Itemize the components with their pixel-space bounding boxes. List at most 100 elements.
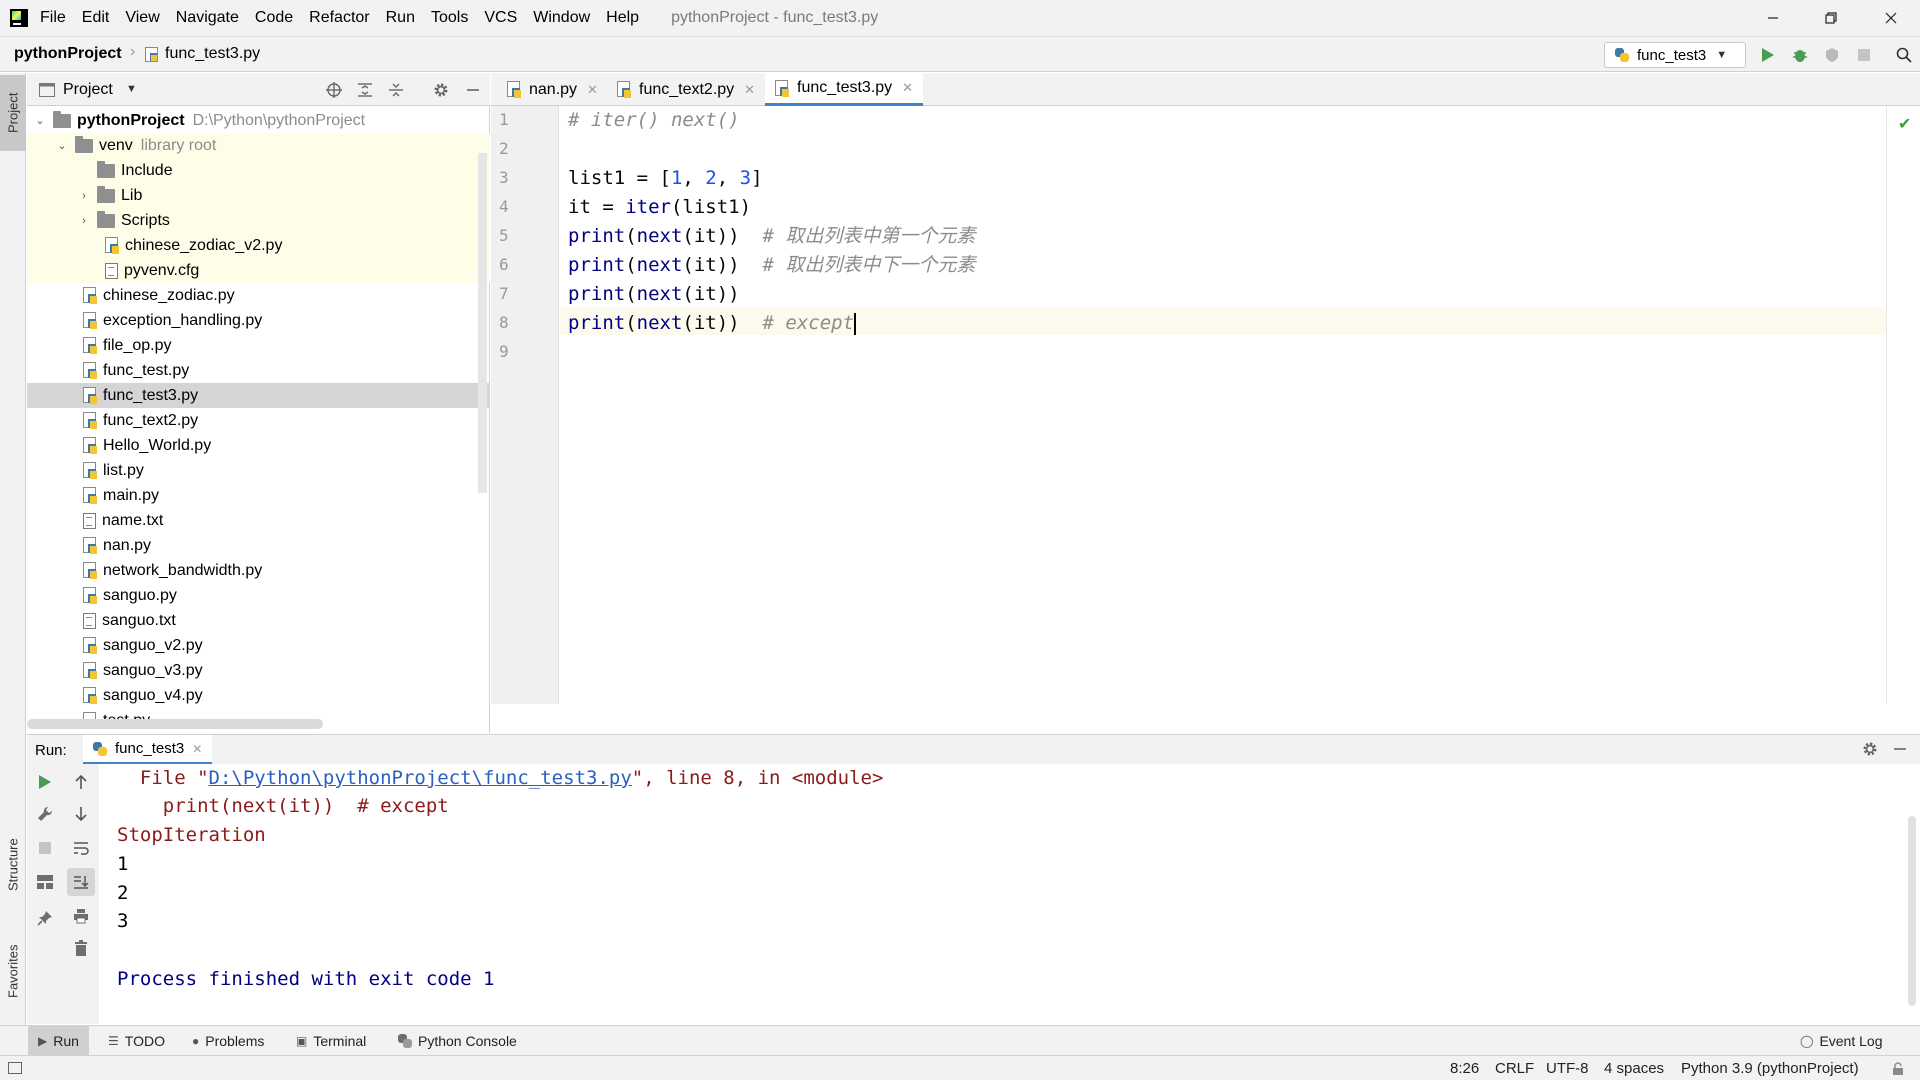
tool-tab-run[interactable]: ▶ Run: [28, 1026, 89, 1056]
hide-panel-button[interactable]: [463, 80, 483, 100]
menu-edit[interactable]: Edit: [82, 9, 110, 27]
menu-view[interactable]: View: [125, 9, 159, 27]
chevron-right-icon[interactable]: ›: [77, 215, 91, 227]
tool-tab-project[interactable]: Project: [0, 75, 26, 151]
tool-tab-todo[interactable]: ☰ TODO: [98, 1026, 175, 1056]
run-with-coverage-button[interactable]: [1822, 45, 1842, 65]
tree-item-file[interactable]: nan.py: [27, 533, 490, 558]
tool-tab-favorites[interactable]: Favorites: [0, 931, 26, 1011]
run-console-output[interactable]: File "D:\Python\pythonProject\func_test3…: [99, 764, 1920, 1024]
tree-item-file[interactable]: func_text2.py: [27, 408, 490, 433]
tree-item-file[interactable]: name.txt: [27, 508, 490, 533]
menu-run[interactable]: Run: [386, 9, 415, 27]
tree-item-file[interactable]: list.py: [27, 458, 490, 483]
close-window-button[interactable]: [1862, 0, 1920, 36]
indent-setting[interactable]: 4 spaces: [1604, 1060, 1664, 1077]
tree-item-venv[interactable]: ⌄ venv library root: [27, 133, 490, 158]
rerun-button[interactable]: [31, 768, 59, 796]
tree-item-file[interactable]: sanguo_v3.py: [27, 658, 490, 683]
tree-item-file[interactable]: file_op.py: [27, 333, 490, 358]
tree-item-file[interactable]: sanguo.py: [27, 583, 490, 608]
tree-item-file[interactable]: network_bandwidth.py: [27, 558, 490, 583]
tree-vertical-scrollbar[interactable]: [478, 153, 487, 493]
menu-tools[interactable]: Tools: [431, 9, 468, 27]
tree-item-root[interactable]: ⌄ pythonProject D:\Python\pythonProject: [27, 108, 490, 133]
console-vertical-scrollbar[interactable]: [1908, 816, 1916, 1006]
soft-wrap-button[interactable]: [67, 834, 95, 862]
breadcrumb-file[interactable]: func_test3.py: [165, 45, 260, 63]
tree-item-file-selected[interactable]: func_test3.py: [27, 383, 490, 408]
locate-file-button[interactable]: [324, 80, 344, 100]
tree-item-file[interactable]: sanguo_v2.py: [27, 633, 490, 658]
close-tab-icon[interactable]: ✕: [902, 80, 913, 96]
editor-tab[interactable]: func_text2.py ✕: [607, 73, 765, 106]
tree-item-file[interactable]: chinese_zodiac_v2.py: [27, 233, 490, 258]
caret-position[interactable]: 8:26: [1450, 1060, 1479, 1077]
run-settings-button[interactable]: [1862, 741, 1878, 757]
close-tab-icon[interactable]: ✕: [587, 82, 598, 98]
editor-tab[interactable]: nan.py ✕: [497, 73, 608, 106]
menu-file[interactable]: File: [40, 9, 66, 27]
minimize-button[interactable]: [1744, 0, 1802, 36]
traceback-file-link[interactable]: D:\Python\pythonProject\func_test3.py: [209, 767, 632, 789]
editor-tab-active[interactable]: func_test3.py ✕: [765, 73, 924, 106]
tool-tab-event-log[interactable]: ◯ Event Log: [1790, 1026, 1893, 1056]
python-interpreter[interactable]: Python 3.9 (pythonProject): [1681, 1060, 1859, 1077]
tool-tab-structure[interactable]: Structure: [0, 825, 26, 905]
tree-item-file[interactable]: main.py: [27, 483, 490, 508]
run-button[interactable]: [1758, 45, 1778, 65]
line-separator[interactable]: CRLF: [1495, 1060, 1534, 1077]
collapse-all-button[interactable]: [386, 80, 406, 100]
scroll-to-end-button[interactable]: [67, 868, 95, 896]
code-editor[interactable]: # iter() next() list1 = [1, 2, 3] it = i…: [560, 106, 1886, 704]
layout-button[interactable]: [31, 868, 59, 896]
edit-configuration-button[interactable]: [31, 800, 59, 828]
run-configuration-select[interactable]: func_test3 ▼: [1604, 42, 1746, 68]
tool-tab-problems[interactable]: ● Problems: [182, 1026, 274, 1056]
menu-help[interactable]: Help: [606, 9, 639, 27]
menu-vcs[interactable]: VCS: [484, 9, 517, 27]
debug-button[interactable]: [1790, 45, 1810, 65]
tree-item-file[interactable]: pyvenv.cfg: [27, 258, 490, 283]
pin-tab-button[interactable]: [31, 904, 59, 932]
chevron-right-icon[interactable]: ›: [77, 190, 91, 202]
tree-item-file[interactable]: func_test.py: [27, 358, 490, 383]
menu-refactor[interactable]: Refactor: [309, 9, 369, 27]
no-problems-check-icon[interactable]: ✔: [1898, 114, 1911, 134]
tree-horizontal-scrollbar[interactable]: [27, 719, 323, 729]
tool-tab-python-console[interactable]: Python Console: [388, 1026, 527, 1056]
tool-tab-terminal[interactable]: ▣ Terminal: [286, 1026, 376, 1056]
tree-item-file[interactable]: chinese_zodiac.py: [27, 283, 490, 308]
chevron-down-icon[interactable]: ⌄: [33, 114, 47, 127]
scroll-down-button[interactable]: [67, 800, 95, 828]
tool-windows-toggle-icon[interactable]: [8, 1062, 22, 1074]
scroll-up-button[interactable]: [67, 768, 95, 796]
stop-button[interactable]: [1854, 45, 1874, 65]
close-tab-icon[interactable]: ✕: [192, 742, 202, 756]
project-settings-button[interactable]: [431, 80, 451, 100]
chevron-down-icon[interactable]: ⌄: [55, 139, 69, 152]
tree-item-file[interactable]: Hello_World.py: [27, 433, 490, 458]
clear-all-button[interactable]: [67, 934, 95, 962]
menu-window[interactable]: Window: [533, 9, 590, 27]
project-panel-title[interactable]: Project: [63, 81, 113, 99]
lock-icon[interactable]: [1892, 1062, 1904, 1076]
file-encoding[interactable]: UTF-8: [1546, 1060, 1589, 1077]
breadcrumb-project[interactable]: pythonProject: [14, 45, 122, 63]
tree-item-scripts[interactable]: › Scripts: [27, 208, 490, 233]
menu-code[interactable]: Code: [255, 9, 293, 27]
tree-item-lib[interactable]: › Lib: [27, 183, 490, 208]
tree-item-file[interactable]: exception_handling.py: [27, 308, 490, 333]
restore-button[interactable]: [1802, 0, 1860, 36]
print-button[interactable]: [67, 902, 95, 930]
search-everywhere-button[interactable]: [1894, 45, 1914, 65]
hide-run-panel-button[interactable]: [1893, 741, 1907, 757]
run-tab[interactable]: func_test3 ✕: [83, 735, 213, 765]
expand-all-button[interactable]: [355, 80, 375, 100]
tree-item-include[interactable]: Include: [27, 158, 490, 183]
stop-run-button[interactable]: [31, 834, 59, 862]
chevron-down-icon[interactable]: ▼: [126, 83, 137, 95]
menu-navigate[interactable]: Navigate: [176, 9, 239, 27]
tree-item-file[interactable]: sanguo_v4.py: [27, 683, 490, 708]
close-tab-icon[interactable]: ✕: [744, 82, 755, 98]
